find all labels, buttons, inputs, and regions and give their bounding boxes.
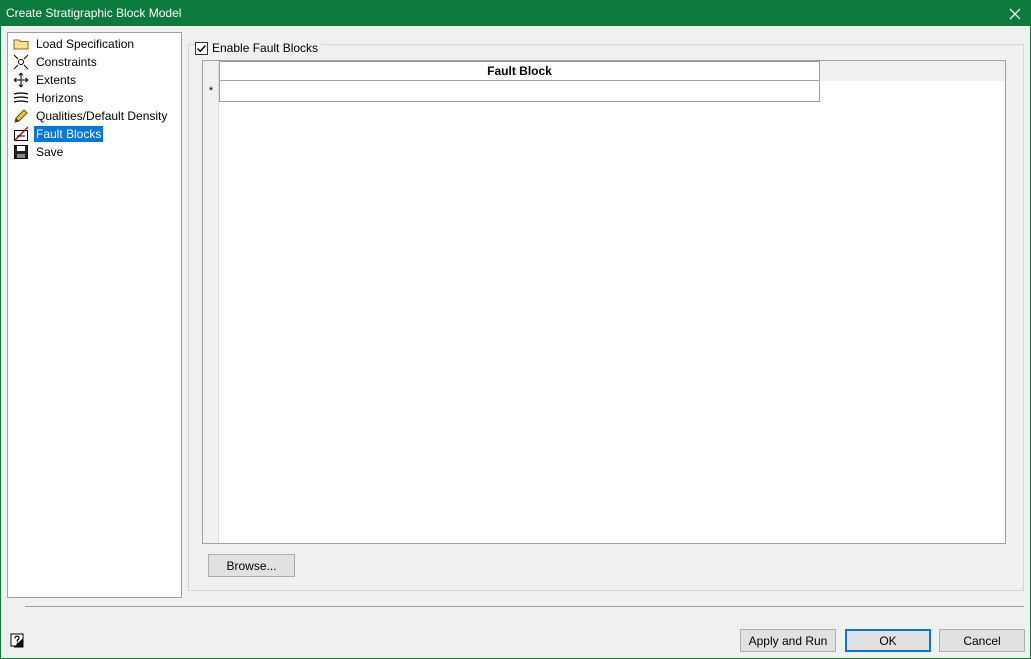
enable-fault-blocks-label: Enable Fault Blocks: [212, 41, 319, 55]
tree-item-label: Qualities/Default Density: [36, 109, 168, 123]
apply-and-run-button[interactable]: Apply and Run: [740, 629, 836, 652]
tree-item-label: Constraints: [36, 55, 97, 69]
browse-button[interactable]: Browse...: [208, 554, 295, 577]
checkbox-box[interactable]: [195, 41, 208, 55]
horizons-icon: [12, 90, 30, 106]
move-arrows-icon: [12, 72, 30, 88]
floppy-disk-icon: [12, 144, 30, 160]
column-header-fault-block[interactable]: Fault Block: [219, 61, 820, 81]
footer-separator: [25, 606, 1024, 607]
tree-item-save[interactable]: Save: [12, 143, 65, 161]
tree-item-label: Save: [36, 145, 64, 159]
constraints-icon: [12, 54, 30, 70]
ok-button[interactable]: OK: [845, 629, 931, 652]
dialog-window: Create Stratigraphic Block Model Load Sp…: [0, 0, 1031, 659]
tree-item-label: Horizons: [36, 91, 84, 105]
help-icon: [10, 633, 24, 648]
tree-item-horizons[interactable]: Horizons: [12, 89, 85, 107]
cancel-button[interactable]: Cancel: [939, 629, 1025, 652]
navigation-tree: Load Specification Constraints Extents H…: [7, 32, 182, 598]
tree-item-label: Load Specification: [36, 37, 135, 51]
checkmark-icon: [197, 44, 207, 52]
new-row-marker: *: [208, 85, 214, 97]
tree-item-qualities-default-density[interactable]: Qualities/Default Density: [12, 107, 169, 125]
tree-item-label: Extents: [36, 73, 77, 87]
new-row-cell[interactable]: [219, 80, 820, 102]
tree-item-label: Fault Blocks: [34, 126, 104, 142]
row-header-column: [203, 61, 219, 543]
tree-item-extents[interactable]: Extents: [12, 71, 78, 89]
fault-block-grid[interactable]: Fault Block *: [202, 60, 1006, 544]
folder-icon: [12, 36, 30, 52]
help-button[interactable]: [10, 633, 25, 648]
fault-icon: [12, 126, 30, 142]
title-bar: Create Stratigraphic Block Model: [1, 1, 1030, 26]
tree-item-constraints[interactable]: Constraints: [12, 53, 99, 71]
pencil-icon: [12, 108, 30, 124]
tree-item-fault-blocks[interactable]: Fault Blocks: [12, 125, 104, 143]
close-button[interactable]: [1000, 1, 1030, 26]
tree-item-load-specification[interactable]: Load Specification: [12, 35, 136, 53]
window-title: Create Stratigraphic Block Model: [6, 6, 182, 20]
close-icon: [1009, 8, 1021, 19]
enable-fault-blocks-checkbox[interactable]: Enable Fault Blocks: [195, 40, 322, 56]
